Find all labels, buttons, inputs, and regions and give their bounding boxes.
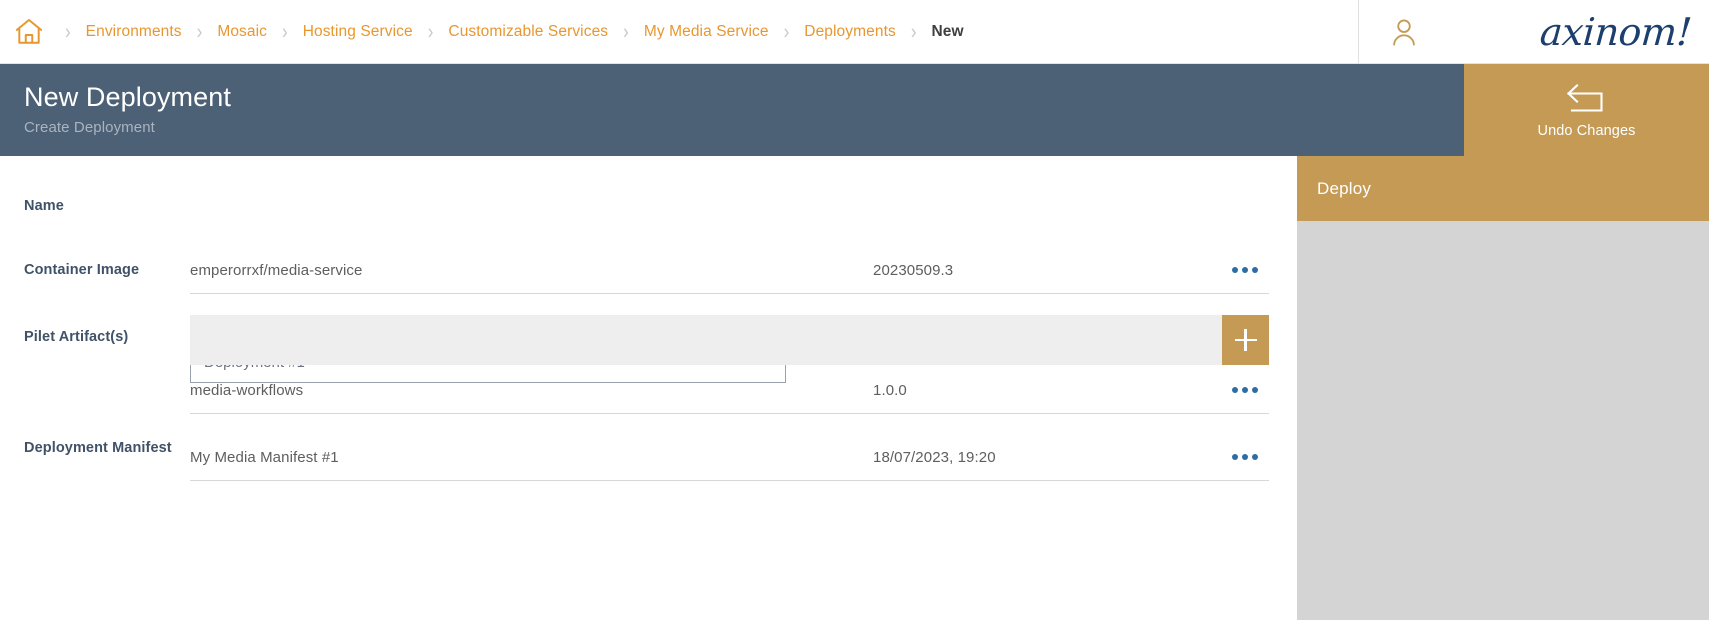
deploy-button-label: Deploy	[1317, 179, 1371, 199]
top-bar: › Environments › Mosaic › Hosting Servic…	[0, 0, 1709, 64]
top-bar-right: axinom!	[1358, 0, 1709, 63]
plus-icon	[1235, 329, 1257, 351]
deploy-button[interactable]: Deploy	[1297, 156, 1709, 221]
breadcrumb-separator: ›	[197, 21, 203, 42]
add-pilet-artifact-button[interactable]	[1222, 315, 1269, 365]
ellipsis-menu-icon[interactable]	[1225, 387, 1265, 393]
ellipsis-menu-icon[interactable]	[1225, 267, 1265, 273]
ellipsis-menu-icon[interactable]	[1225, 454, 1265, 460]
container-image-name: emperorrxf/media-service	[190, 262, 873, 279]
user-account-button[interactable]	[1359, 0, 1449, 64]
home-icon[interactable]	[10, 17, 52, 47]
axinom-logo[interactable]: axinom!	[1449, 0, 1709, 64]
breadcrumb-item-mosaic[interactable]: Mosaic	[215, 23, 269, 41]
undo-arrow-icon	[1564, 82, 1610, 123]
pilet-artifacts-add-bar	[190, 315, 1269, 365]
breadcrumb-separator: ›	[428, 21, 434, 42]
name-label: Name	[24, 198, 174, 215]
breadcrumb-item-my-media-service[interactable]: My Media Service	[642, 23, 771, 41]
breadcrumb-item-new: New	[930, 23, 966, 41]
logo-text: axinom!	[1538, 10, 1692, 54]
container-image-row: emperorrxf/media-service 20230509.3	[190, 247, 1269, 294]
breadcrumb-separator: ›	[623, 21, 629, 42]
pilet-artifact-name: media-workflows	[190, 382, 873, 399]
breadcrumb-separator: ›	[784, 21, 790, 42]
deployment-manifest-label: Deployment Manifest	[24, 440, 174, 457]
user-account-icon	[1390, 17, 1418, 47]
deployment-form: Name Container Image emperorrxf/media-se…	[0, 156, 1297, 620]
page-header: New Deployment Create Deployment	[0, 64, 1464, 156]
breadcrumb-separator: ›	[911, 21, 917, 42]
undo-changes-button[interactable]: Undo Changes	[1464, 64, 1709, 156]
deployment-manifest-timestamp: 18/07/2023, 19:20	[873, 449, 1225, 466]
pilet-artifact-version: 1.0.0	[873, 382, 1225, 399]
pilet-artifacts-label: Pilet Artifact(s)	[24, 329, 174, 346]
container-image-label: Container Image	[24, 262, 174, 279]
breadcrumb-item-environments[interactable]: Environments	[84, 23, 184, 41]
pilet-artifact-row: media-workflows 1.0.0	[190, 367, 1269, 414]
page-subtitle: Create Deployment	[24, 119, 1464, 136]
breadcrumb-separator: ›	[282, 21, 288, 42]
deployment-manifest-row: My Media Manifest #1 18/07/2023, 19:20	[190, 434, 1269, 481]
breadcrumb-item-hosting-service[interactable]: Hosting Service	[301, 23, 415, 41]
breadcrumb: › Environments › Mosaic › Hosting Servic…	[0, 0, 1358, 63]
page-title: New Deployment	[24, 80, 1464, 114]
breadcrumb-separator: ›	[65, 21, 71, 42]
breadcrumb-item-deployments[interactable]: Deployments	[802, 23, 898, 41]
undo-changes-label: Undo Changes	[1538, 123, 1636, 139]
breadcrumb-item-customizable-services[interactable]: Customizable Services	[446, 23, 610, 41]
container-image-version: 20230509.3	[873, 262, 1225, 279]
deployment-manifest-name: My Media Manifest #1	[190, 449, 873, 466]
right-side-panel: Deploy	[1297, 156, 1709, 620]
deployment-manifest-label-text: Deployment Manifest	[24, 440, 172, 456]
